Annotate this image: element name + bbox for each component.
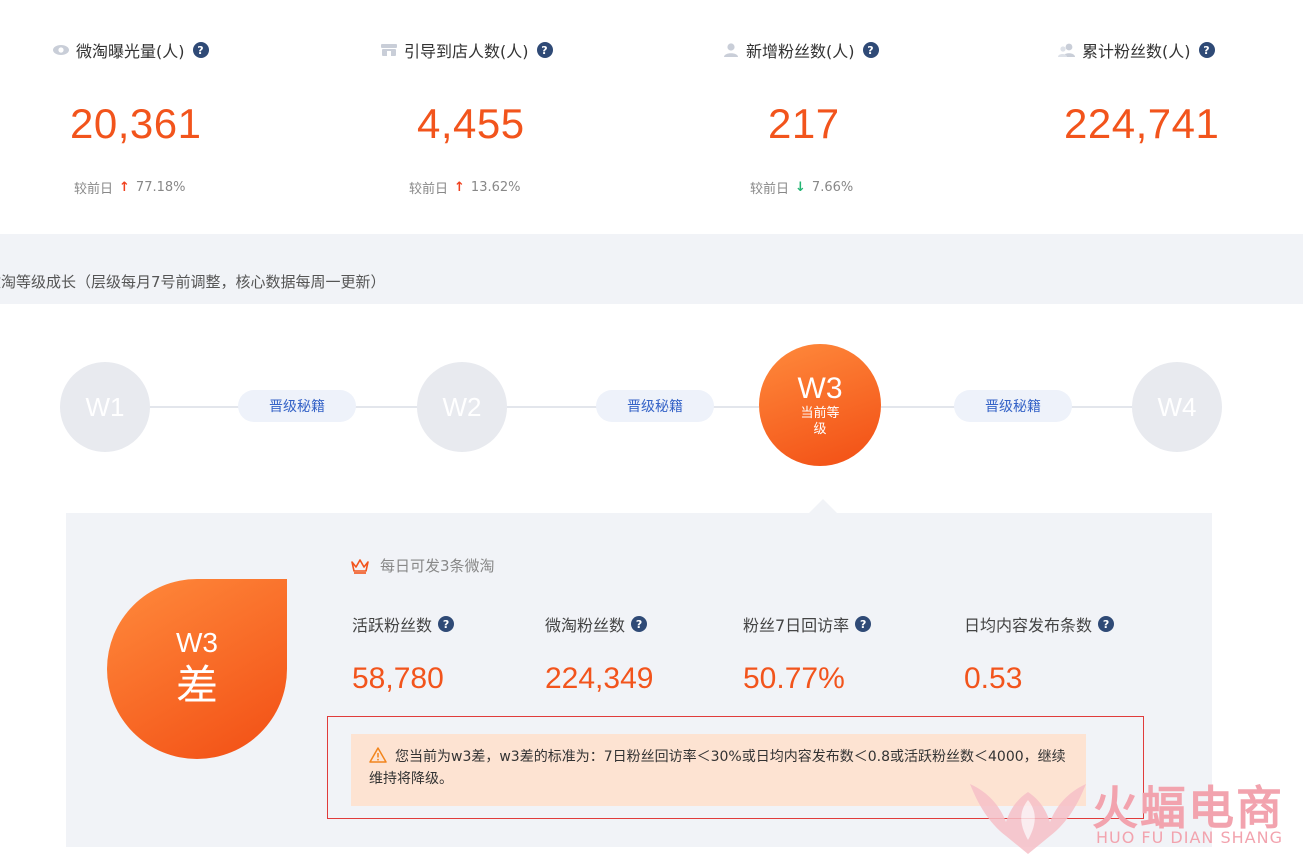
help-icon[interactable]: ? (438, 616, 455, 632)
metric-label: 微淘粉丝数 (545, 616, 626, 635)
metric-revisit-rate: 粉丝7日回访率 ? 50.77% (743, 612, 872, 696)
stat-compare: 较前日 ↓ 7.66% (750, 178, 879, 197)
warning-text: 您当前为w3差，w3差的标准为：7日粉丝回访率＜30%或日均内容发布数＜0.8或… (369, 749, 1066, 787)
help-icon[interactable]: ? (862, 42, 879, 58)
level-code: W2 (442, 391, 482, 422)
compare-label: 较前日 (409, 182, 449, 197)
current-level-tag: 当前等级 (800, 405, 840, 436)
level-badge: W3 差 (107, 579, 287, 759)
level-code: W3 (797, 372, 843, 405)
stat-value: 224,741 (1064, 100, 1220, 147)
watermark: 火蝠电商 HUO FU DIAN SHANG (966, 766, 1303, 855)
help-icon[interactable]: ? (1098, 616, 1115, 632)
level-w4[interactable]: W4 (1132, 362, 1222, 452)
badge-code: W3 (176, 627, 218, 658)
metric-label: 粉丝7日回访率 (743, 616, 850, 635)
compare-change: 13.62% (470, 180, 521, 195)
help-icon[interactable]: ? (631, 616, 648, 632)
level-w3-current[interactable]: W3 当前等级 (759, 344, 881, 466)
stat-label-row: 累计粉丝数(人) ? (1058, 38, 1219, 62)
help-icon[interactable]: ? (536, 42, 553, 58)
stat-label: 累计粉丝数(人) (1082, 42, 1191, 61)
stat-new-fans: 新增粉丝数(人) ? 217 较前日 ↓ 7.66% (722, 38, 879, 197)
compare-label: 较前日 (750, 182, 790, 197)
watermark-subtitle: HUO FU DIAN SHANG (1096, 828, 1283, 847)
arrow-down-icon: ↓ (795, 180, 806, 195)
stat-store-visits: 引导到店人数(人) ? 4,455 较前日 ↑ 13.62% (380, 38, 553, 197)
stat-label-row: 引导到店人数(人) ? (380, 38, 553, 62)
metric-weitao-fans: 微淘粉丝数 ? 224,349 (545, 612, 653, 696)
stat-compare: 较前日 ↑ 77.18% (74, 178, 209, 197)
section-header: 微淘等级成长（层级每月7号前调整，核心数据每周一更新） (0, 234, 1303, 304)
metric-label-row: 活跃粉丝数 ? (352, 612, 455, 636)
stat-label-row: 微淘曝光量(人) ? (52, 38, 209, 62)
level-code: W1 (85, 391, 125, 422)
upgrade-tips-button[interactable]: 晋级秘籍 (596, 390, 714, 422)
stat-label: 引导到店人数(人) (404, 42, 529, 61)
level-code: W4 (1157, 391, 1197, 422)
help-icon[interactable]: ? (1198, 42, 1215, 58)
warning-icon (369, 747, 387, 763)
upgrade-tips-button[interactable]: 晋级秘籍 (238, 390, 356, 422)
compare-label: 较前日 (74, 182, 114, 197)
metric-value: 58,780 (352, 662, 444, 695)
stats-overview: 微淘曝光量(人) ? 20,361 较前日 ↑ 77.18% 引导到店人数(人)… (0, 0, 1303, 234)
arrow-up-icon: ↑ (454, 180, 465, 195)
metric-label: 活跃粉丝数 (352, 616, 433, 635)
section-title: 微淘等级成长（层级每月7号前调整，核心数据每周一更新） (0, 273, 386, 291)
level-perk: 每日可发3条微淘 (350, 555, 495, 576)
metric-value: 50.77% (743, 662, 845, 695)
users-icon (1058, 43, 1075, 57)
card-pointer (809, 499, 837, 513)
metric-label-row: 粉丝7日回访率 ? (743, 612, 872, 636)
stat-exposure: 微淘曝光量(人) ? 20,361 较前日 ↑ 77.18% (52, 38, 209, 197)
badge-grade: 差 (175, 661, 218, 710)
level-w1[interactable]: W1 (60, 362, 150, 452)
metric-value: 0.53 (964, 662, 1023, 695)
compare-change: 7.66% (811, 180, 854, 195)
compare-change: 77.18% (135, 180, 186, 195)
stat-label: 微淘曝光量(人) (76, 42, 185, 61)
stat-total-fans: 累计粉丝数(人) ? 224,741 (1058, 38, 1219, 148)
bat-logo-icon (970, 784, 1086, 854)
stat-compare: 较前日 ↑ 13.62% (409, 178, 553, 197)
help-icon[interactable]: ? (192, 42, 209, 58)
stat-label: 新增粉丝数(人) (746, 42, 855, 61)
metric-label: 日均内容发布条数 (964, 616, 1093, 635)
metric-daily-posts: 日均内容发布条数 ? 0.53 (964, 612, 1115, 696)
stat-value: 20,361 (70, 100, 202, 147)
stat-label-row: 新增粉丝数(人) ? (722, 38, 879, 62)
user-icon (724, 43, 738, 57)
store-icon (381, 44, 397, 56)
metric-value: 224,349 (545, 662, 654, 695)
stat-value: 4,455 (417, 100, 525, 147)
eye-icon (53, 45, 69, 55)
metric-label-row: 日均内容发布条数 ? (964, 612, 1115, 636)
help-icon[interactable]: ? (855, 616, 872, 632)
perk-text: 每日可发3条微淘 (380, 557, 495, 575)
arrow-up-icon: ↑ (119, 180, 130, 195)
metric-label-row: 微淘粉丝数 ? (545, 612, 653, 636)
stat-value: 217 (768, 100, 840, 147)
metric-active-fans: 活跃粉丝数 ? 58,780 (352, 612, 455, 696)
level-w2[interactable]: W2 (417, 362, 507, 452)
crown-icon (351, 558, 369, 574)
upgrade-tips-button[interactable]: 晋级秘籍 (954, 390, 1072, 422)
